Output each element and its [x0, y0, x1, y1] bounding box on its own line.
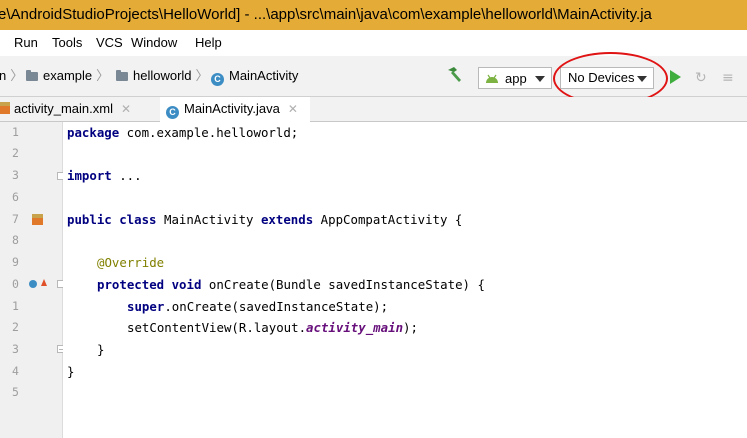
- run-configuration-label: app: [505, 71, 527, 86]
- class-icon: C: [211, 73, 224, 86]
- code-editor[interactable]: package com.example.helloworld; import .…: [63, 122, 747, 438]
- keyword: import: [67, 168, 112, 183]
- line-number: 1: [12, 125, 19, 139]
- keyword: protected void: [97, 277, 202, 292]
- keyword: public class: [67, 212, 157, 227]
- code-text: onCreate(Bundle savedInstanceState) {: [201, 277, 485, 292]
- line-number: 1: [12, 299, 19, 313]
- code-line: protected void onCreate(Bundle savedInst…: [97, 274, 485, 295]
- code-line: @Override: [97, 252, 164, 273]
- breadcrumb-label: MainActivity: [229, 68, 299, 83]
- line-number: 9: [12, 255, 19, 269]
- field-reference: activity_main: [306, 320, 404, 335]
- breadcrumb-lead-label: n: [0, 68, 7, 83]
- menu-run[interactable]: Run: [14, 30, 38, 56]
- tab-activity-main-xml[interactable]: activity_main.xml ✕: [0, 97, 158, 121]
- line-number: 4: [12, 364, 19, 378]
- run-icon[interactable]: [670, 70, 681, 84]
- menu-bar: Run Tools VCS Window Help: [0, 30, 747, 56]
- line-number: 2: [12, 320, 19, 334]
- xml-file-icon: [0, 102, 10, 114]
- breadcrumb-item-helloworld[interactable]: helloworld 〉: [116, 56, 213, 96]
- line-number: 7: [12, 212, 19, 226]
- code-line: import ...: [67, 165, 142, 186]
- tab-label: MainActivity.java: [184, 101, 280, 116]
- folder-icon: [26, 70, 38, 81]
- close-icon[interactable]: ✕: [288, 102, 298, 116]
- hammer-icon[interactable]: [446, 66, 464, 84]
- menu-tools[interactable]: Tools: [52, 30, 82, 56]
- code-text: );: [403, 320, 418, 335]
- java-class-icon: C: [166, 106, 179, 119]
- code-line: }: [97, 339, 104, 360]
- line-number: 3: [12, 168, 19, 182]
- keyword: super: [127, 299, 165, 314]
- breadcrumb-label: example: [43, 68, 93, 83]
- breadcrumb-label: helloworld: [133, 68, 192, 83]
- breadcrumb-separator-icon: 〉: [10, 68, 24, 83]
- code-text: MainActivity: [156, 212, 261, 227]
- chevron-down-icon: [535, 76, 545, 82]
- breadcrumb-separator-icon: 〉: [96, 68, 110, 83]
- code-text: ...: [111, 168, 142, 183]
- android-icon: [486, 74, 498, 83]
- breadcrumb-lead[interactable]: n 〉: [0, 56, 27, 96]
- code-text: .onCreate(savedInstanceState);: [164, 299, 389, 314]
- window-title: e\AndroidStudioProjects\HelloWorld] - ..…: [0, 6, 652, 23]
- code-text: }: [97, 342, 105, 357]
- window-title-bar: e\AndroidStudioProjects\HelloWorld] - ..…: [0, 0, 747, 30]
- menu-vcs[interactable]: VCS: [96, 30, 123, 56]
- code-line: }: [67, 361, 74, 382]
- run-configuration-select[interactable]: app: [478, 67, 552, 89]
- code-text: }: [67, 364, 75, 379]
- tab-label: activity_main.xml: [14, 101, 113, 116]
- folder-icon: [116, 70, 128, 81]
- menu-window[interactable]: Window: [131, 30, 177, 56]
- line-number: 6: [12, 190, 19, 204]
- override-marker-icon[interactable]: [29, 280, 37, 288]
- line-number: 0: [12, 277, 19, 291]
- close-icon[interactable]: ✕: [121, 102, 131, 116]
- breadcrumb-item-example[interactable]: example 〉: [26, 56, 113, 96]
- annotation: @Override: [97, 255, 165, 270]
- line-number: 5: [12, 385, 19, 399]
- breadcrumb-item-mainactivity[interactable]: C MainActivity: [211, 56, 298, 96]
- editor-gutter: 1 2 3 6 7 8 9 0 1 2 3 4 5: [0, 122, 65, 438]
- line-number: 8: [12, 233, 19, 247]
- line-number: 2: [12, 146, 19, 160]
- code-text: AppCompatActivity {: [313, 212, 463, 227]
- implements-arrow-icon[interactable]: [41, 279, 47, 286]
- more-icon[interactable]: ≡: [722, 70, 734, 86]
- breadcrumb-separator-icon: 〉: [195, 68, 209, 83]
- code-line: package com.example.helloworld;: [67, 122, 298, 143]
- line-number: 3: [12, 342, 19, 356]
- tab-mainactivity-java[interactable]: C MainActivity.java ✕: [160, 97, 310, 122]
- code-line: super.onCreate(savedInstanceState);: [127, 296, 388, 317]
- keyword: package: [67, 125, 120, 140]
- code-line: public class MainActivity extends AppCom…: [67, 209, 462, 230]
- code-text: com.example.helloworld;: [119, 125, 299, 140]
- code-line: setContentView(R.layout.activity_main);: [127, 317, 418, 338]
- code-text: setContentView(R.layout.: [127, 320, 307, 335]
- apply-changes-icon[interactable]: ↻: [695, 70, 707, 86]
- keyword: extends: [260, 212, 314, 227]
- editor-tab-bar: activity_main.xml ✕ C MainActivity.java ✕: [0, 97, 747, 122]
- menu-help[interactable]: Help: [195, 30, 222, 56]
- related-xml-icon[interactable]: [32, 214, 43, 225]
